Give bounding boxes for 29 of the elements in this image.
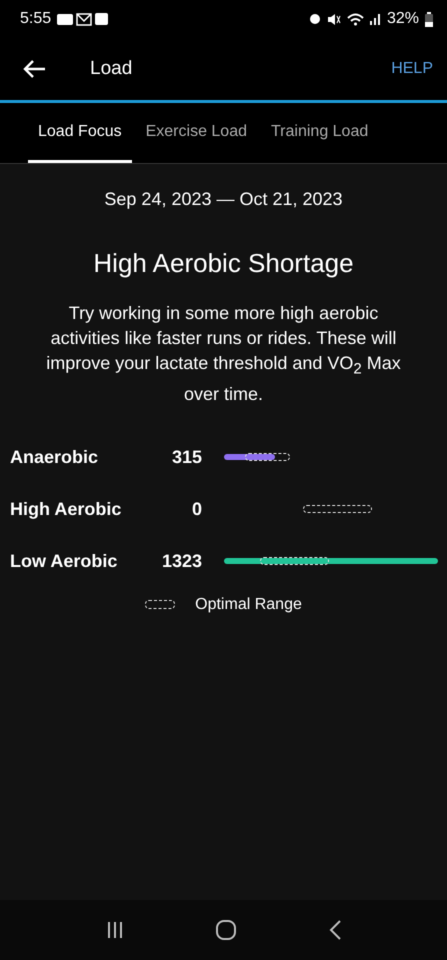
zone-label: High Aerobic [10,498,122,520]
status-time: 5:55 [20,10,52,28]
battery-icon [425,12,433,26]
tab[interactable]: Exercise Load [136,103,257,163]
legend-label: Optimal Range [195,596,302,614]
wifi-icon [346,12,364,26]
home-icon[interactable] [215,919,238,941]
optimal-range-icon [145,600,176,610]
tab[interactable]: Training Load [261,103,378,163]
optimal-range-marker [245,453,290,462]
signal-icon [370,13,381,25]
alarm-icon [308,13,321,25]
tab[interactable]: Load Focus [28,103,132,163]
headline: High Aerobic Shortage [93,248,354,279]
mute-icon [326,12,341,26]
battery-percent: 32% [386,10,419,28]
description: Try working in some more high aerobic activities like faster runs or rides. These will improve your lactate threshold and VO$_{2}$ Max over time. [45,302,402,406]
optimal-range-marker [303,505,372,514]
help-link[interactable]: HELP [391,60,433,78]
zone-value: 315 [170,446,202,468]
zone-value: 0 [190,498,202,520]
back-icon[interactable] [328,919,342,941]
zone-label: Anaerobic [10,446,100,468]
zone-value: 1323 [160,550,202,572]
back-arrow-icon[interactable] [22,59,46,79]
optimal-range-marker [260,557,329,566]
zone-label: Low Aerobic [10,550,118,572]
page-title: Load [90,58,132,80]
date-range: Sep 24, 2023 — Oct 21, 2023 [104,189,343,210]
